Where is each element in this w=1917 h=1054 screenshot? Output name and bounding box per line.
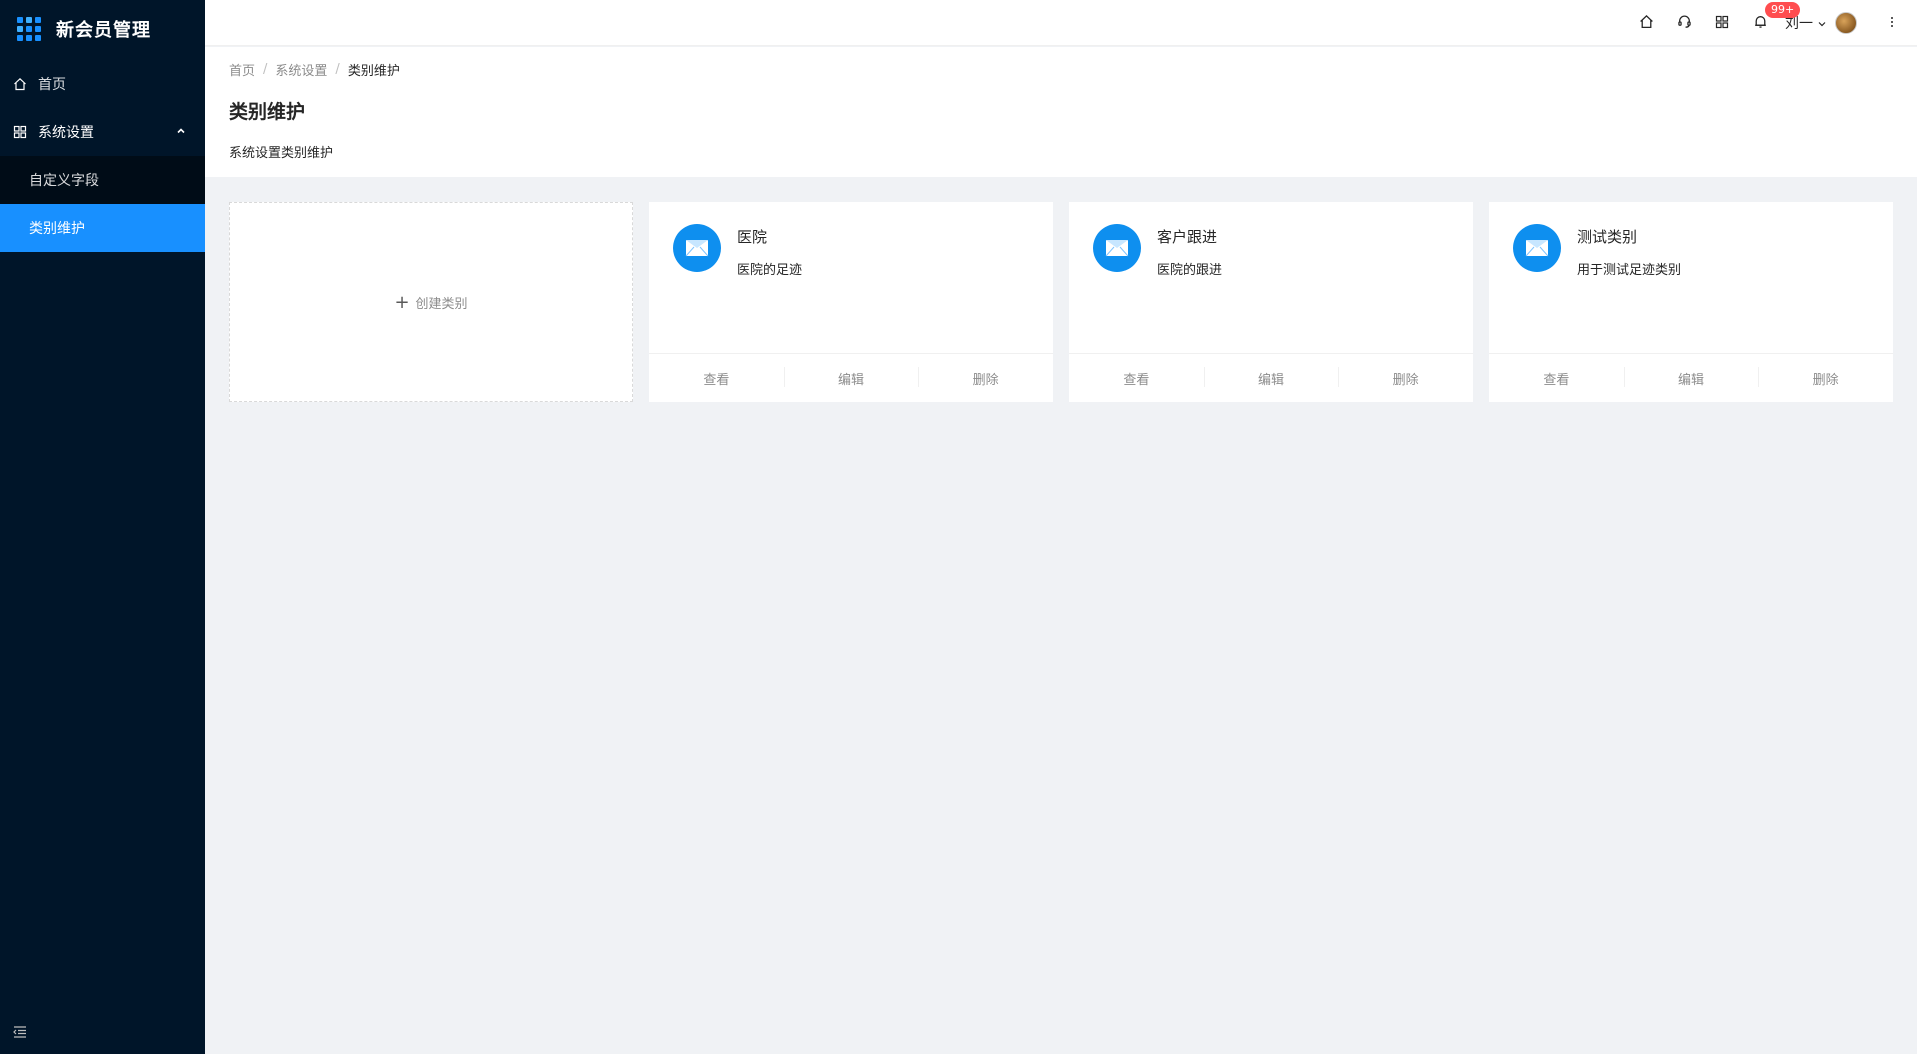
appstore-icon (1715, 14, 1729, 33)
more-vertical-icon (1890, 14, 1894, 33)
card-description: 用于测试足迹类别 (1577, 263, 1682, 278)
sidebar-item-label: 自定义字段 (29, 173, 99, 189)
page-title: 类别维护 (229, 101, 306, 123)
card-title: 客户跟进 (1157, 228, 1218, 246)
card-title: 测试类别 (1577, 228, 1638, 246)
card-title: 医院 (737, 228, 768, 246)
sidebar-item-label: 类别维护 (29, 221, 85, 237)
app-title: 新会员管理 (56, 20, 151, 41)
plus-icon: + (394, 291, 410, 313)
category-card: 客户跟进 医院的跟进 查看 编辑 删除 (1069, 202, 1473, 402)
logo[interactable]: 新会员管理 (0, 0, 205, 58)
breadcrumb-current: 类别维护 (347, 63, 400, 79)
category-card-list: + 创建类别 医院 医院的足迹 查看 编辑 删除 客户跟进 医院的跟进 查看 编… (229, 202, 1893, 402)
breadcrumb-system-settings[interactable]: 系统设置 (275, 60, 327, 79)
sidebar-item-custom-fields[interactable]: 自定义字段 (0, 156, 205, 204)
edit-button[interactable]: 编辑 (1203, 366, 1339, 388)
breadcrumb: 首页 / 系统设置 / 类别维护 (229, 59, 1893, 79)
card-description: 医院的跟进 (1157, 263, 1223, 278)
breadcrumb-separator: / (263, 61, 268, 77)
home-icon (12, 76, 28, 92)
sidebar-item-system-settings[interactable]: 系统设置 (0, 108, 205, 156)
mail-icon (673, 224, 721, 272)
more-button[interactable] (1867, 0, 1917, 46)
delete-button[interactable]: 删除 (1758, 366, 1893, 388)
header-apps-button[interactable] (1703, 0, 1741, 46)
logo-grid-icon (17, 17, 41, 41)
menu-fold-icon[interactable] (12, 1024, 28, 1040)
bell-icon (1753, 14, 1768, 33)
sidebar: 新会员管理 首页 系统设置 自定义字段 类别维护 (0, 0, 205, 1054)
sidebar-item-label: 首页 (38, 77, 66, 93)
submenu-system-settings: 自定义字段 类别维护 (0, 156, 205, 252)
breadcrumb-separator: / (335, 61, 340, 77)
create-category-button[interactable]: + 创建类别 (229, 202, 633, 402)
sidebar-item-home[interactable]: 首页 (0, 60, 205, 108)
header-support-button[interactable] (1665, 0, 1703, 46)
mail-icon (1513, 224, 1561, 272)
view-button[interactable]: 查看 (1489, 369, 1624, 388)
delete-button[interactable]: 删除 (918, 366, 1053, 388)
chevron-down-icon (1817, 14, 1827, 33)
delete-button[interactable]: 删除 (1338, 366, 1473, 388)
mail-icon (1093, 224, 1141, 272)
page-description: 系统设置类别维护 (229, 146, 334, 161)
view-button[interactable]: 查看 (649, 369, 784, 388)
sidebar-item-category-maintenance[interactable]: 类别维护 (0, 204, 205, 252)
header-notifications-button[interactable]: 99+ (1741, 0, 1801, 46)
edit-button[interactable]: 编辑 (783, 366, 919, 388)
sidebar-item-label: 系统设置 (38, 125, 94, 141)
chevron-up-icon (175, 125, 187, 137)
edit-button[interactable]: 编辑 (1623, 366, 1759, 388)
category-card: 测试类别 用于测试足迹类别 查看 编辑 删除 (1489, 202, 1893, 402)
create-category-label: 创建类别 (415, 296, 468, 312)
notification-badge: 99+ (1765, 2, 1801, 18)
view-button[interactable]: 查看 (1069, 369, 1204, 388)
card-description: 医院的足迹 (737, 263, 803, 278)
appstore-icon (12, 124, 28, 140)
category-card: 医院 医院的足迹 查看 编辑 删除 (649, 202, 1053, 402)
top-header: 99+ 刘一 (205, 0, 1917, 46)
breadcrumb-home[interactable]: 首页 (229, 60, 255, 79)
page-header: 首页 / 系统设置 / 类别维护 类别维护 系统设置类别维护 (205, 47, 1917, 177)
header-home-button[interactable] (1627, 0, 1665, 46)
avatar (1835, 12, 1857, 34)
home-icon (1639, 14, 1654, 33)
customer-service-icon (1677, 14, 1692, 33)
